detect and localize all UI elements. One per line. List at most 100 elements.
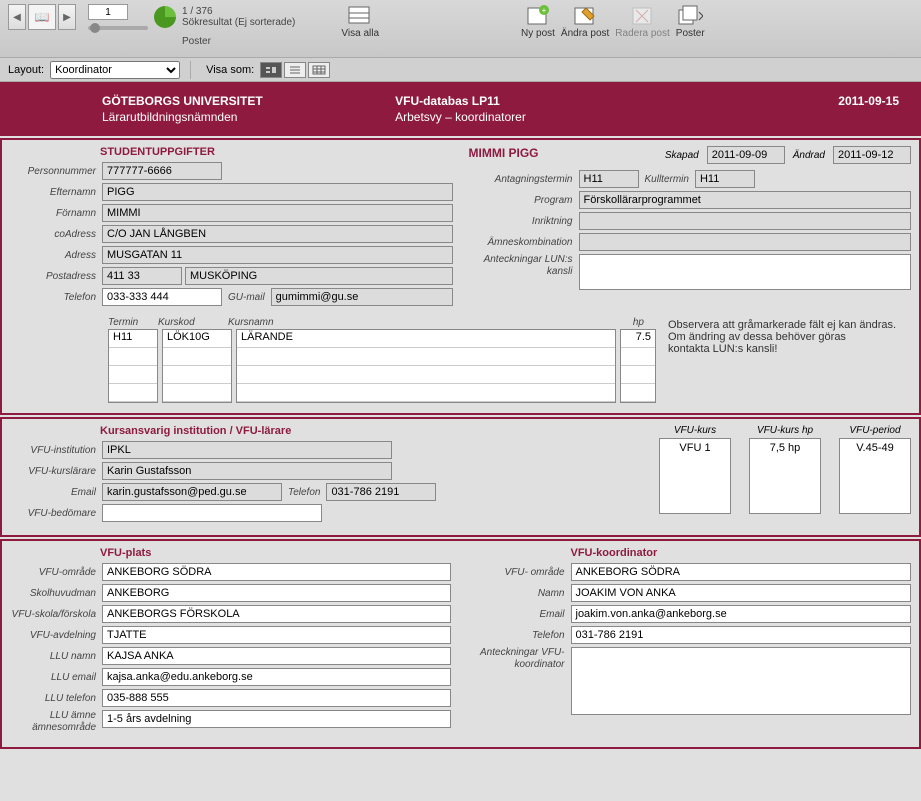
- th-termin: Termin: [108, 317, 158, 328]
- student-title: STUDENTUPPGIFTER: [100, 146, 453, 158]
- vfu-bedomare-field[interactable]: [102, 504, 322, 522]
- inriktning-label: Inriktning: [469, 216, 579, 227]
- llu-tel-field[interactable]: 035-888 555: [102, 689, 451, 707]
- llu-email-label: LLU email: [10, 672, 102, 683]
- visa-alla-button[interactable]: Visa alla: [341, 4, 379, 39]
- ny-post-button[interactable]: + Ny post: [521, 4, 555, 39]
- anteckningar-label: Anteckningar LUN:s kansli: [469, 254, 579, 278]
- th-hp: hp: [608, 317, 644, 328]
- gumail-field: gumimmi@gu.se: [271, 288, 453, 306]
- postadress-label: Postadress: [10, 271, 102, 282]
- plats-huvudman-field[interactable]: ANKEBORG: [102, 584, 451, 602]
- plats-huvudman-label: Skolhuvudman: [10, 588, 102, 599]
- llu-amne-field[interactable]: 1-5 års avdelning: [102, 710, 451, 728]
- prev-record-button[interactable]: ◀: [8, 4, 26, 30]
- andra-post-button[interactable]: Ändra post: [561, 4, 609, 39]
- koord-email-field[interactable]: joakim.von.anka@ankeborg.se: [571, 605, 912, 623]
- app-sub: Arbetsvy – koordinatorer: [395, 110, 526, 124]
- next-record-button[interactable]: ▶: [58, 4, 76, 30]
- llu-namn-field[interactable]: KAJSA ANKA: [102, 647, 451, 665]
- inriktning-field: [579, 212, 912, 230]
- student-section: STUDENTUPPGIFTER Personnummer777777-6666…: [0, 138, 921, 415]
- llu-email-field[interactable]: kajsa.anka@edu.ankeborg.se: [102, 668, 451, 686]
- edit-record-icon: [571, 4, 599, 28]
- vfu-hp-value: 7,5 hp: [749, 438, 821, 514]
- llu-tel-label: LLU telefon: [10, 693, 102, 704]
- view-table-button[interactable]: [308, 62, 330, 78]
- llu-namn-label: LLU namn: [10, 651, 102, 662]
- svg-text:+: +: [542, 6, 547, 15]
- record-book-icon[interactable]: 📖: [28, 4, 56, 30]
- note-line-1: Observera att gråmarkerade fält ej kan ä…: [668, 319, 909, 331]
- postnr-field: 411 33: [102, 267, 182, 285]
- telefon-label: Telefon: [10, 292, 102, 303]
- th-kurskod: Kurskod: [158, 317, 228, 328]
- telefon-field[interactable]: 033-333 444: [102, 288, 222, 306]
- current-record-input[interactable]: [88, 4, 128, 20]
- visa-som-label: Visa som:: [206, 64, 254, 76]
- plats-skola-field[interactable]: ANKEBORGS FÖRSKOLA: [102, 605, 451, 623]
- view-form-button[interactable]: [260, 62, 282, 78]
- app-name: VFU-databas LP11: [395, 94, 526, 108]
- anteckningar-field[interactable]: [579, 254, 912, 290]
- vfu-bedomare-label: VFU-bedömare: [10, 508, 102, 519]
- kurs-title: Kursansvarig institution / VFU-lärare: [100, 425, 629, 437]
- koord-telefon-field[interactable]: 031-786 2191: [571, 626, 912, 644]
- kurs-email-field: karin.gustafsson@ped.gu.se: [102, 483, 282, 501]
- cell-kurskod: LÖK10G: [163, 330, 231, 348]
- th-kursnamn: Kursnamn: [228, 317, 608, 328]
- pie-icon[interactable]: [154, 6, 176, 28]
- kurs-telefon-field: 031-786 2191: [326, 483, 436, 501]
- kulltermin-field: H11: [695, 170, 755, 188]
- poster-button[interactable]: Poster: [676, 4, 705, 39]
- efternamn-label: Efternamn: [10, 187, 102, 198]
- plats-omrade-field[interactable]: ANKEBORG SÖDRA: [102, 563, 451, 581]
- personnummer-label: Personnummer: [10, 166, 102, 177]
- kursansvarig-section: Kursansvarig institution / VFU-lärare VF…: [0, 417, 921, 537]
- amneskombination-field: [579, 233, 912, 251]
- skapad-label: Skapad: [665, 150, 699, 161]
- koord-email-label: Email: [471, 609, 571, 620]
- vfu-kurs-head: VFU-kurs: [659, 425, 731, 436]
- show-all-icon: [346, 4, 374, 28]
- koord-omrade-field[interactable]: ANKEBORG SÖDRA: [571, 563, 912, 581]
- plats-avdelning-field[interactable]: TJATTE: [102, 626, 451, 644]
- koord-namn-field[interactable]: JOAKIM VON ANKA: [571, 584, 912, 602]
- plats-title: VFU-plats: [100, 547, 451, 559]
- layout-select[interactable]: Koordinator: [50, 61, 180, 79]
- llu-amne-label: LLU ämne ämnesområde: [10, 710, 102, 734]
- gumail-label: GU-mail: [222, 292, 271, 303]
- program-label: Program: [469, 195, 579, 206]
- koord-title: VFU-koordinator: [571, 547, 912, 559]
- student-name-header: MIMMI PIGG: [469, 146, 539, 160]
- koord-anteckningar-field[interactable]: [571, 647, 912, 715]
- skapad-field: 2011-09-09: [707, 146, 785, 164]
- fornamn-field: MIMMI: [102, 204, 453, 222]
- vfu-institution-label: VFU-institution: [10, 445, 102, 456]
- vfu-institution-field: IPKL: [102, 441, 392, 459]
- koord-omrade-label: VFU- område: [471, 567, 571, 578]
- vfu-kurslarare-label: VFU-kurslärare: [10, 466, 102, 477]
- view-list-button[interactable]: [284, 62, 306, 78]
- record-count: 1 / 376: [182, 6, 295, 17]
- record-slider[interactable]: [88, 26, 148, 30]
- org-name: GÖTEBORGS UNIVERSITET: [102, 94, 263, 108]
- vfu-kurslarare-field: Karin Gustafsson: [102, 462, 392, 480]
- kulltermin-label: Kulltermin: [639, 174, 695, 185]
- layout-bar: Layout: Koordinator Visa som:: [0, 58, 921, 82]
- coadress-field: C/O JAN LÅNGBEN: [102, 225, 453, 243]
- header-band: GÖTEBORGS UNIVERSITET Lärarutbildningsnä…: [0, 82, 921, 136]
- fornamn-label: Förnamn: [10, 208, 102, 219]
- adress-label: Adress: [10, 250, 102, 261]
- vfu-period-head: VFU-period: [839, 425, 911, 436]
- cell-kursnamn: LÄRANDE: [237, 330, 615, 348]
- record-navigator: ◀ 📖 ▶: [8, 4, 76, 30]
- vfu-hp-head: VFU-kurs hp: [749, 425, 821, 436]
- antagningstermin-field: H11: [579, 170, 639, 188]
- poster-label: Poster: [182, 36, 295, 47]
- records-icon: [676, 4, 704, 28]
- cell-termin: H11: [109, 330, 157, 348]
- vfu-kurs-value: VFU 1: [659, 438, 731, 514]
- andrad-field: 2011-09-12: [833, 146, 911, 164]
- koord-telefon-label: Telefon: [471, 630, 571, 641]
